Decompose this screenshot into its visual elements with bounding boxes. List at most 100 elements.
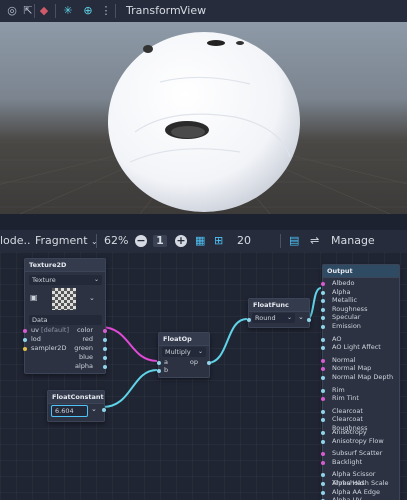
chevron-down-icon[interactable]: ⌄ xyxy=(91,405,97,413)
floatfunc-node[interactable]: FloatFunc Round ⌄ ⌄ xyxy=(247,298,311,328)
film-icon[interactable]: ◆ xyxy=(36,3,52,19)
input-sampler-label: sampler2D xyxy=(31,344,67,352)
sun-icon[interactable]: ✳ xyxy=(60,3,76,19)
output-port-row: AO Light Affect xyxy=(332,343,381,352)
output-port-row: Anisotropy Flow xyxy=(332,436,384,445)
function-value: Round xyxy=(255,314,276,322)
output-input-port[interactable] xyxy=(321,299,325,304)
chevron-down-icon[interactable]: ⌄ xyxy=(298,313,304,321)
stage-dropdown[interactable]: Fragment ⌄ xyxy=(35,233,98,250)
viewport-scene xyxy=(0,32,407,214)
func-output-port[interactable] xyxy=(307,318,311,322)
output-input-port[interactable] xyxy=(321,482,325,486)
output-input-port[interactable] xyxy=(321,452,325,457)
wire-constant-to-b xyxy=(102,369,158,408)
op-output-port[interactable] xyxy=(207,361,211,365)
output-color-label: color xyxy=(76,326,93,334)
output-port-row: Backlight xyxy=(332,457,363,466)
floatop-node[interactable]: FloatOp Multiply ⌄ a b op xyxy=(157,332,211,378)
output-input-port[interactable] xyxy=(321,346,325,351)
image-icon: ▣ xyxy=(30,293,38,302)
output-input-port[interactable] xyxy=(321,290,325,295)
output-input-port[interactable] xyxy=(321,307,325,312)
sphere-hole xyxy=(143,45,153,53)
output-input-port[interactable] xyxy=(321,439,325,444)
output-op-label: op xyxy=(189,358,198,366)
sphere-hole-inner xyxy=(171,126,205,138)
grid-icon[interactable]: ▦ xyxy=(195,233,205,249)
visibility-icon[interactable]: ◎ xyxy=(4,3,20,19)
output-input-port[interactable] xyxy=(321,376,325,380)
transform-menu[interactable]: Transform xyxy=(126,3,181,19)
output-input-port[interactable] xyxy=(321,418,325,423)
data-type-value: Data xyxy=(32,316,48,324)
floatconstant-node[interactable]: FloatConstant 6.604 ⌄ xyxy=(47,390,106,422)
minimap-icon[interactable]: ▤ xyxy=(289,233,299,249)
function-select[interactable]: Round ⌄ xyxy=(252,313,295,323)
func-input-port[interactable] xyxy=(247,318,251,322)
chevron-down-icon[interactable]: ⌄ xyxy=(89,294,95,302)
output-input-port[interactable] xyxy=(321,282,325,286)
constant-value-field[interactable]: 6.604 xyxy=(51,405,88,417)
output-port-row: Emission xyxy=(332,322,361,330)
output-input-port[interactable] xyxy=(321,388,325,393)
viewport-toolbar: ◎ ⇱ ◆ ✳ ⊕ ⋮ Transform View xyxy=(0,0,407,22)
sphere-hole xyxy=(207,40,225,46)
green-output-port[interactable] xyxy=(103,347,107,351)
output-input-port[interactable] xyxy=(321,409,325,414)
uv-default-value: [default] xyxy=(41,326,69,334)
output-input-port[interactable] xyxy=(321,490,325,495)
output-port-row: Clearcoat Roughness xyxy=(332,415,368,433)
globe-icon[interactable]: ⊕ xyxy=(80,3,96,19)
input-lod-label: lod xyxy=(31,335,41,343)
constant-output-port[interactable] xyxy=(102,408,106,412)
blue-output-port[interactable] xyxy=(103,356,107,360)
output-alpha-label: alpha xyxy=(74,362,93,370)
node-title: Texture2D xyxy=(25,259,105,272)
more-options-icon[interactable]: ⋮ xyxy=(98,3,114,19)
chevron-down-icon: ⌄ xyxy=(286,314,292,321)
output-input-port[interactable] xyxy=(321,325,325,329)
port-label: uv xyxy=(31,326,39,334)
lod-input-port[interactable] xyxy=(23,338,27,342)
color-output-port[interactable] xyxy=(103,329,107,333)
output-input-port[interactable] xyxy=(321,431,325,435)
uv-input-port[interactable] xyxy=(23,329,27,333)
texture-preview[interactable] xyxy=(52,288,76,310)
snap-grid-icon[interactable]: ⊞ xyxy=(214,233,223,249)
output-input-port[interactable] xyxy=(321,358,325,363)
texture-source-select[interactable]: Texture ⌄ xyxy=(29,275,102,285)
output-input-port[interactable] xyxy=(321,337,325,342)
input-b-label: b xyxy=(164,366,169,374)
red-output-port[interactable] xyxy=(103,338,107,342)
mode-label[interactable]: lode.. xyxy=(0,233,31,249)
output-blue-label: blue xyxy=(78,353,93,361)
sampler-input-port[interactable] xyxy=(23,347,27,351)
node-title: Output xyxy=(323,265,399,278)
texture-source-value: Texture xyxy=(32,276,56,284)
output-input-port[interactable] xyxy=(321,473,325,478)
view-menu[interactable]: View xyxy=(180,3,206,19)
operation-select[interactable]: Multiply ⌄ xyxy=(162,347,206,357)
output-input-port[interactable] xyxy=(321,316,325,321)
texture2d-node[interactable]: Texture2D Texture ⌄ ▣ ⌄ Data uv [default… xyxy=(23,258,107,374)
panel-divider xyxy=(0,214,407,230)
3d-viewport[interactable] xyxy=(0,22,407,214)
output-input-port[interactable] xyxy=(321,367,325,372)
arrange-icon[interactable]: ⇌ xyxy=(310,233,319,249)
operation-value: Multiply xyxy=(165,348,191,356)
alpha-output-port[interactable] xyxy=(103,365,107,369)
a-input-port[interactable] xyxy=(157,361,161,365)
zoom-out-button[interactable]: − xyxy=(135,235,147,247)
zoom-reset-button[interactable]: 1 xyxy=(153,235,167,247)
node-title: FloatConstant xyxy=(48,391,104,404)
zoom-in-button[interactable]: + xyxy=(175,235,187,247)
chevron-down-icon: ⌄ xyxy=(197,348,203,355)
output-node[interactable]: Output Albedo Alpha Metallic Roughness Specu… xyxy=(321,264,400,500)
snap-value[interactable]: 20 xyxy=(237,233,251,249)
output-input-port[interactable] xyxy=(321,397,325,402)
b-input-port[interactable] xyxy=(157,369,161,373)
shader-graph[interactable]: Texture2D Texture ⌄ ▣ ⌄ Data uv [default… xyxy=(0,252,407,500)
output-input-port[interactable] xyxy=(321,460,325,465)
data-type-select[interactable]: Data xyxy=(29,315,102,325)
